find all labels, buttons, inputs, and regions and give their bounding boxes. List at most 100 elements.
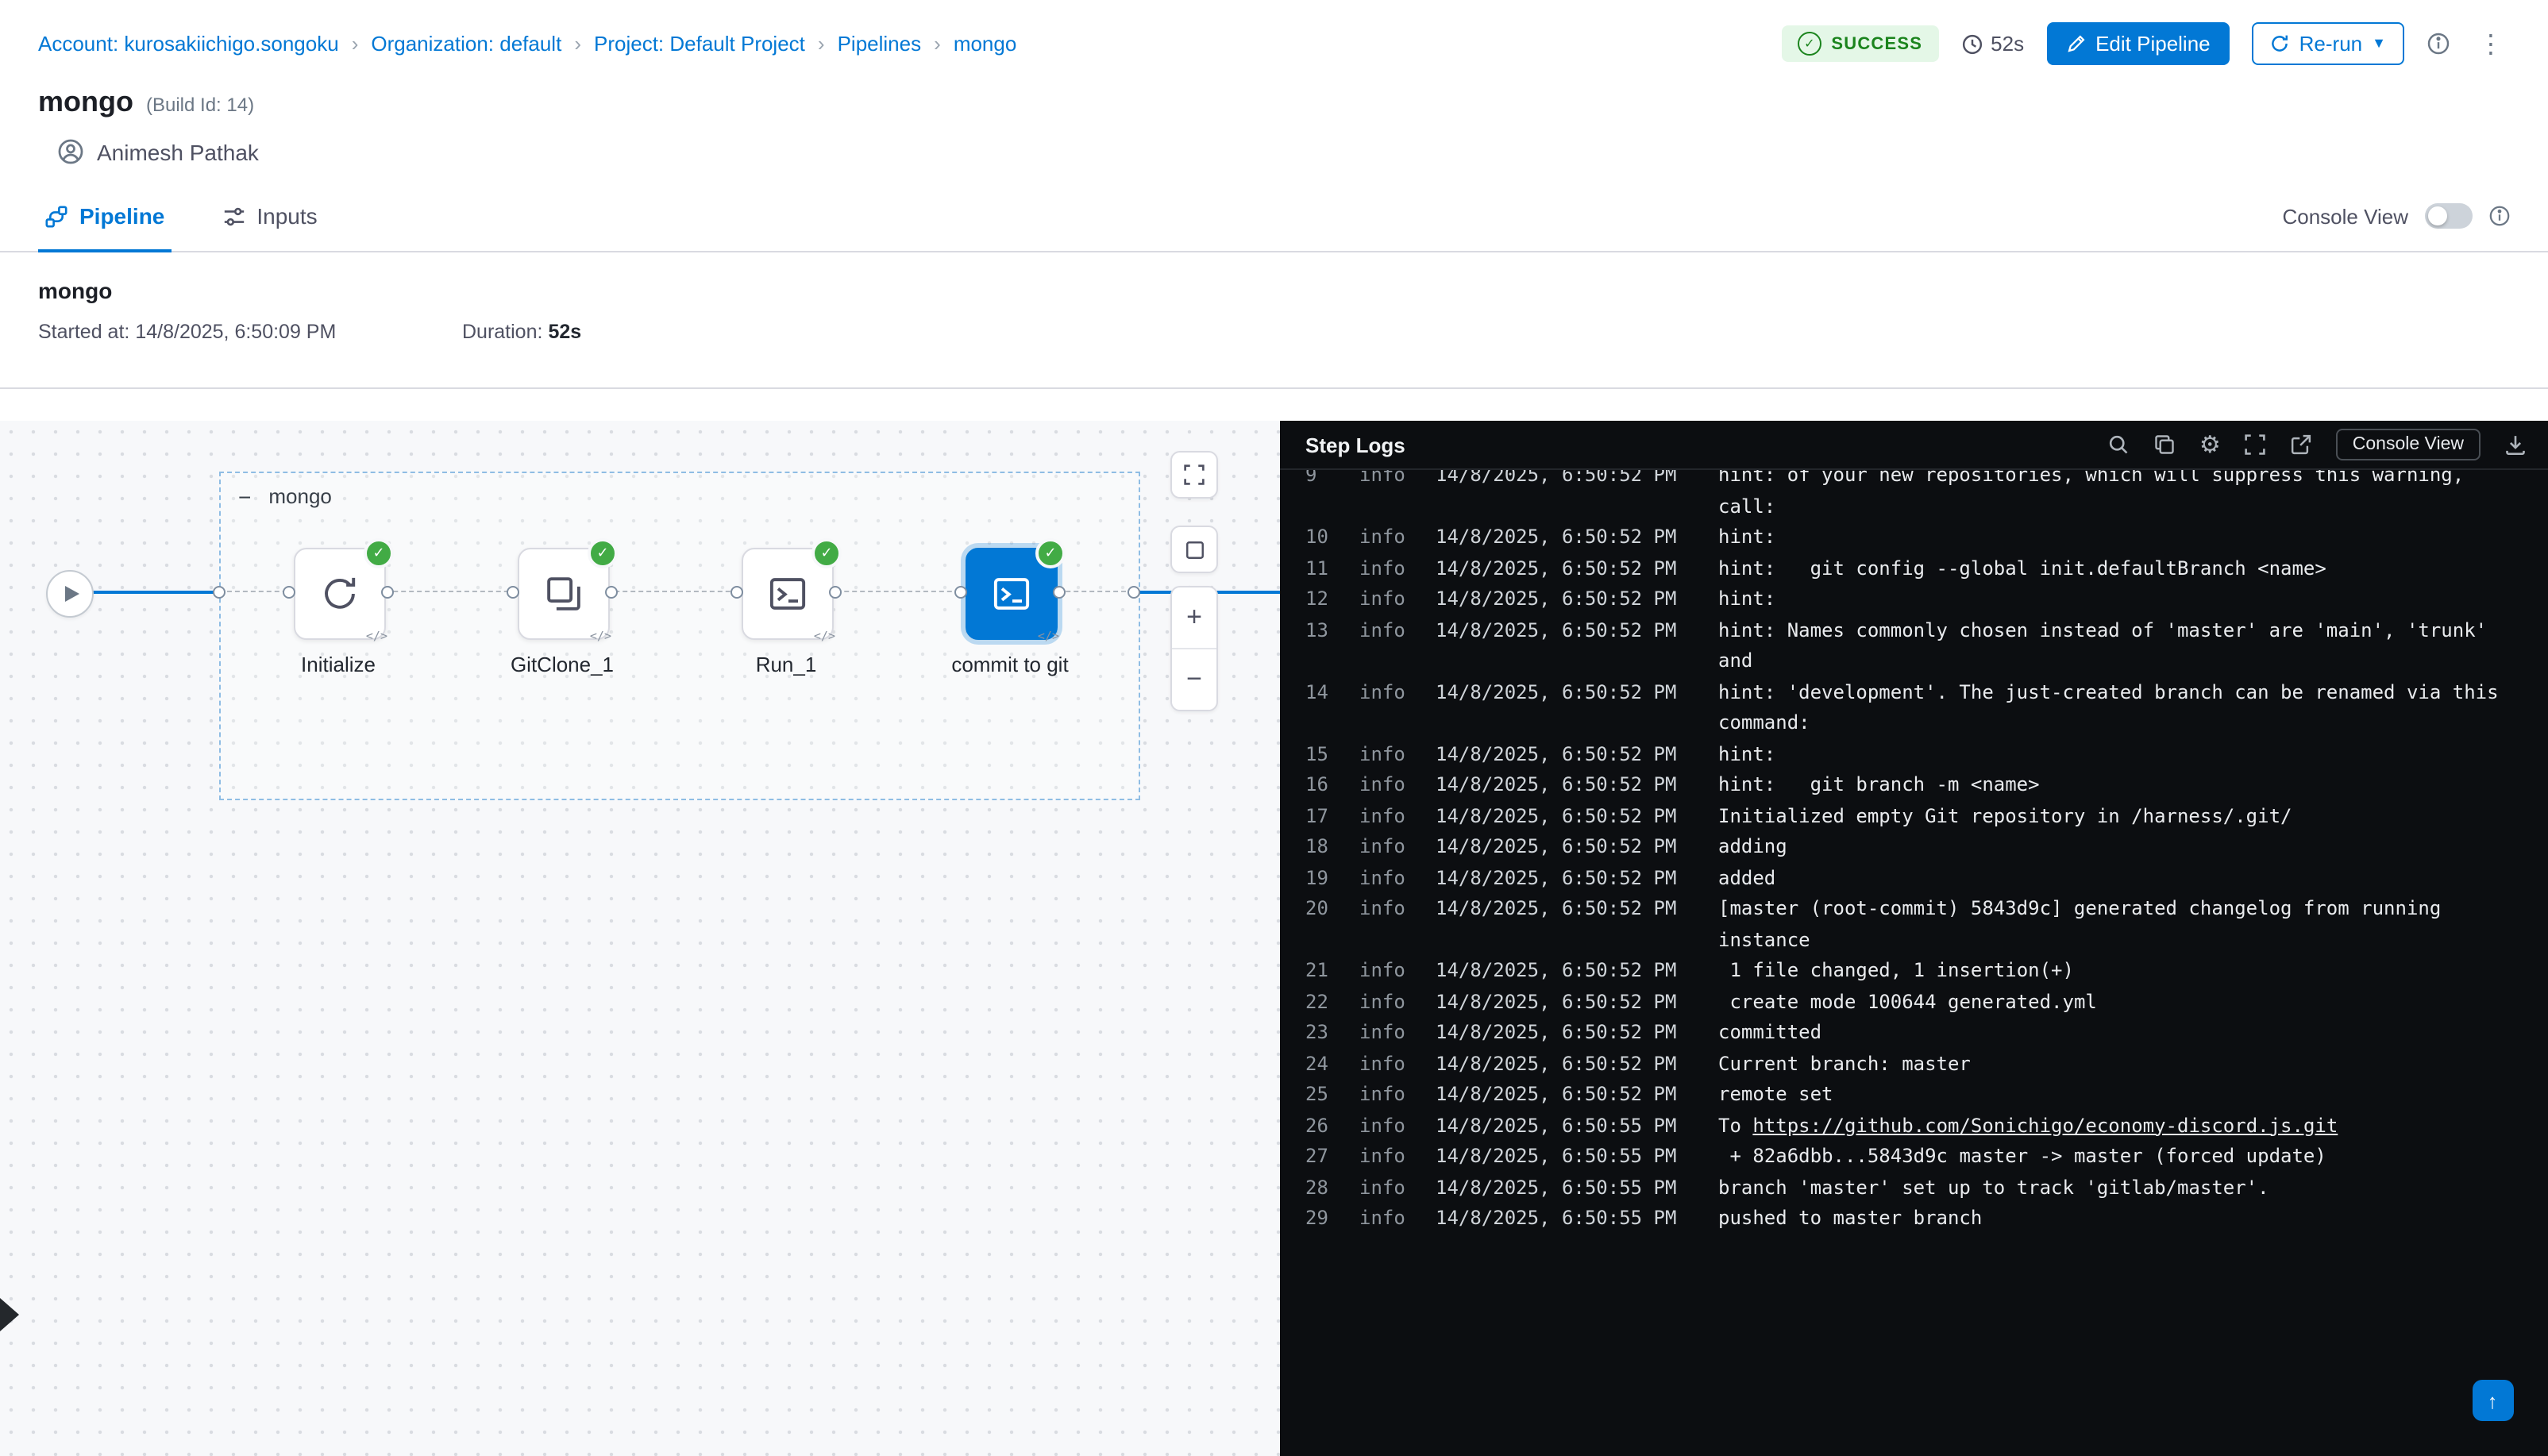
- console-view-button[interactable]: Console View: [2337, 429, 2480, 460]
- tab-inputs[interactable]: Inputs: [215, 181, 323, 251]
- connector-port[interactable]: [381, 585, 394, 598]
- external-link-icon[interactable]: [2291, 433, 2313, 456]
- log-level: info: [1359, 1111, 1413, 1142]
- log-row: 9info14/8/2025, 6:50:52 PMhint: of your …: [1305, 470, 2529, 522]
- log-line-number: 26: [1305, 1111, 1347, 1142]
- log-row: 18info14/8/2025, 6:50:52 PMadding: [1305, 832, 2529, 863]
- build-id: (Build Id: 14): [146, 94, 254, 116]
- log-level: info: [1359, 677, 1413, 708]
- log-level: info: [1359, 894, 1413, 925]
- connector-port[interactable]: [507, 585, 519, 598]
- tab-pipeline[interactable]: Pipeline: [38, 181, 171, 251]
- log-line-number: 20: [1305, 894, 1347, 925]
- log-message: committed: [1718, 1018, 2529, 1049]
- log-message: hint:: [1718, 739, 2529, 770]
- breadcrumb-item[interactable]: mongo: [954, 32, 1017, 56]
- connector-port[interactable]: [605, 585, 618, 598]
- step-card[interactable]: ✓</>: [294, 548, 386, 640]
- log-row: 24info14/8/2025, 6:50:52 PMCurrent branc…: [1305, 1049, 2529, 1080]
- pipeline-canvas[interactable]: − mongo ✓</>Initialize✓</>GitClone_1✓</>…: [0, 421, 1280, 1456]
- pipeline-step-node[interactable]: ✓</>Initialize: [294, 548, 383, 637]
- clock-icon: [1960, 33, 1983, 55]
- pipeline-icon: [44, 204, 68, 228]
- copy-icon[interactable]: [2153, 433, 2176, 456]
- step-logs-panel: Step Logs ⚙: [1280, 421, 2548, 1456]
- log-line-number: 21: [1305, 956, 1347, 987]
- log-level: info: [1359, 832, 1413, 863]
- step-card[interactable]: ✓</>: [518, 548, 610, 640]
- console-view-info-icon[interactable]: [2488, 205, 2510, 227]
- connector-port[interactable]: [1128, 585, 1140, 598]
- log-row: 22info14/8/2025, 6:50:52 PM create mode …: [1305, 987, 2529, 1018]
- success-check-badge: ✓: [364, 538, 394, 568]
- pipeline-step-node[interactable]: ✓</>commit to git: [966, 548, 1054, 637]
- edit-pipeline-label: Edit Pipeline: [2095, 32, 2211, 56]
- page-header: Account: kurosakiichigo.songoku › Organiza…: [0, 0, 2548, 165]
- log-timestamp: 14/8/2025, 6:50:52 PM: [1436, 584, 1677, 615]
- pipeline-step-node[interactable]: ✓</>Run_1: [742, 548, 831, 637]
- canvas-left-panel-handle[interactable]: [0, 1292, 19, 1337]
- log-line-number: 27: [1305, 1142, 1347, 1173]
- connector-port[interactable]: [283, 585, 295, 598]
- log-message: hint: Names commonly chosen instead of '…: [1718, 615, 2529, 677]
- log-timestamp: 14/8/2025, 6:50:52 PM: [1436, 770, 1677, 801]
- log-level: info: [1359, 1173, 1413, 1204]
- log-timestamp: 14/8/2025, 6:50:52 PM: [1436, 1049, 1677, 1080]
- success-check-badge: ✓: [811, 538, 842, 568]
- chevron-down-icon: ▼: [2372, 37, 2386, 51]
- connector-solid-line-start: [91, 591, 214, 594]
- console-view-label: Console View: [2282, 204, 2408, 228]
- duration-indicator: 52s: [1960, 32, 2024, 56]
- log-message: hint: 'development'. The just-created br…: [1718, 677, 2529, 739]
- info-icon[interactable]: [2426, 32, 2450, 56]
- canvas-fullscreen-button[interactable]: [1170, 451, 1218, 499]
- connector-port[interactable]: [829, 585, 842, 598]
- log-row: 13info14/8/2025, 6:50:52 PMhint: Names c…: [1305, 615, 2529, 677]
- console-view-toggle[interactable]: [2424, 203, 2472, 229]
- page: Account: kurosakiichigo.songoku › Organiza…: [0, 0, 2548, 1456]
- zoom-in-button[interactable]: +: [1172, 587, 1216, 648]
- play-icon: [64, 586, 79, 602]
- log-row: 23info14/8/2025, 6:50:52 PMcommitted: [1305, 1018, 2529, 1049]
- breadcrumb-item[interactable]: Pipelines: [838, 32, 922, 56]
- log-row: 15info14/8/2025, 6:50:52 PMhint:: [1305, 739, 2529, 770]
- rerun-button[interactable]: Re-run ▼: [2252, 22, 2403, 65]
- breadcrumb-item[interactable]: Project: Default Project: [594, 32, 805, 56]
- log-line-number: 11: [1305, 553, 1347, 584]
- started-at: Started at: 14/8/2025, 6:50:09 PM: [38, 321, 443, 343]
- pipeline-step-node[interactable]: ✓</>GitClone_1: [518, 548, 607, 637]
- log-output[interactable]: 9info14/8/2025, 6:50:52 PMhint: of your …: [1280, 470, 2548, 1456]
- connector-port[interactable]: [1053, 585, 1066, 598]
- step-label: GitClone_1: [459, 653, 665, 676]
- canvas-fit-view-button[interactable]: [1170, 526, 1218, 573]
- log-link[interactable]: https://github.com/Sonichigo/economy-dis…: [1752, 1114, 2338, 1136]
- download-icon[interactable]: [2504, 433, 2526, 456]
- edit-pipeline-button[interactable]: Edit Pipeline: [2046, 22, 2230, 65]
- breadcrumb-separator: ›: [352, 32, 359, 56]
- pipeline-start-node[interactable]: [46, 570, 94, 618]
- log-line-number: 15: [1305, 739, 1347, 770]
- connector-port[interactable]: [213, 585, 226, 598]
- log-message: hint:: [1718, 522, 2529, 553]
- step-card[interactable]: ✓</>: [742, 548, 834, 640]
- connector-port[interactable]: [730, 585, 743, 598]
- scroll-to-top-button[interactable]: ↑: [2472, 1380, 2513, 1421]
- zoom-out-button[interactable]: −: [1172, 648, 1216, 710]
- status-label: SUCCESS: [1831, 34, 1922, 53]
- fullscreen-icon[interactable]: [2245, 433, 2267, 456]
- search-icon[interactable]: [2107, 433, 2130, 456]
- breadcrumb-item[interactable]: Account: kurosakiichigo.songoku: [38, 32, 339, 56]
- step-card[interactable]: ✓</>: [966, 548, 1058, 640]
- code-glyph-icon: </>: [814, 629, 835, 643]
- kebab-menu-icon[interactable]: ⋮: [2472, 28, 2510, 60]
- log-row: 11info14/8/2025, 6:50:52 PMhint: git con…: [1305, 553, 2529, 584]
- log-row: 29info14/8/2025, 6:50:55 PMpushed to mas…: [1305, 1204, 2529, 1235]
- breadcrumb-item[interactable]: Organization: default: [371, 32, 561, 56]
- step-label: commit to git: [907, 653, 1113, 676]
- gear-icon[interactable]: ⚙: [2199, 430, 2221, 459]
- log-message: hint:: [1718, 584, 2529, 615]
- collapse-group-icon[interactable]: −: [238, 485, 251, 507]
- log-row: 14info14/8/2025, 6:50:52 PMhint: 'develo…: [1305, 677, 2529, 739]
- connector-port[interactable]: [954, 585, 967, 598]
- avatar-icon: [57, 138, 84, 165]
